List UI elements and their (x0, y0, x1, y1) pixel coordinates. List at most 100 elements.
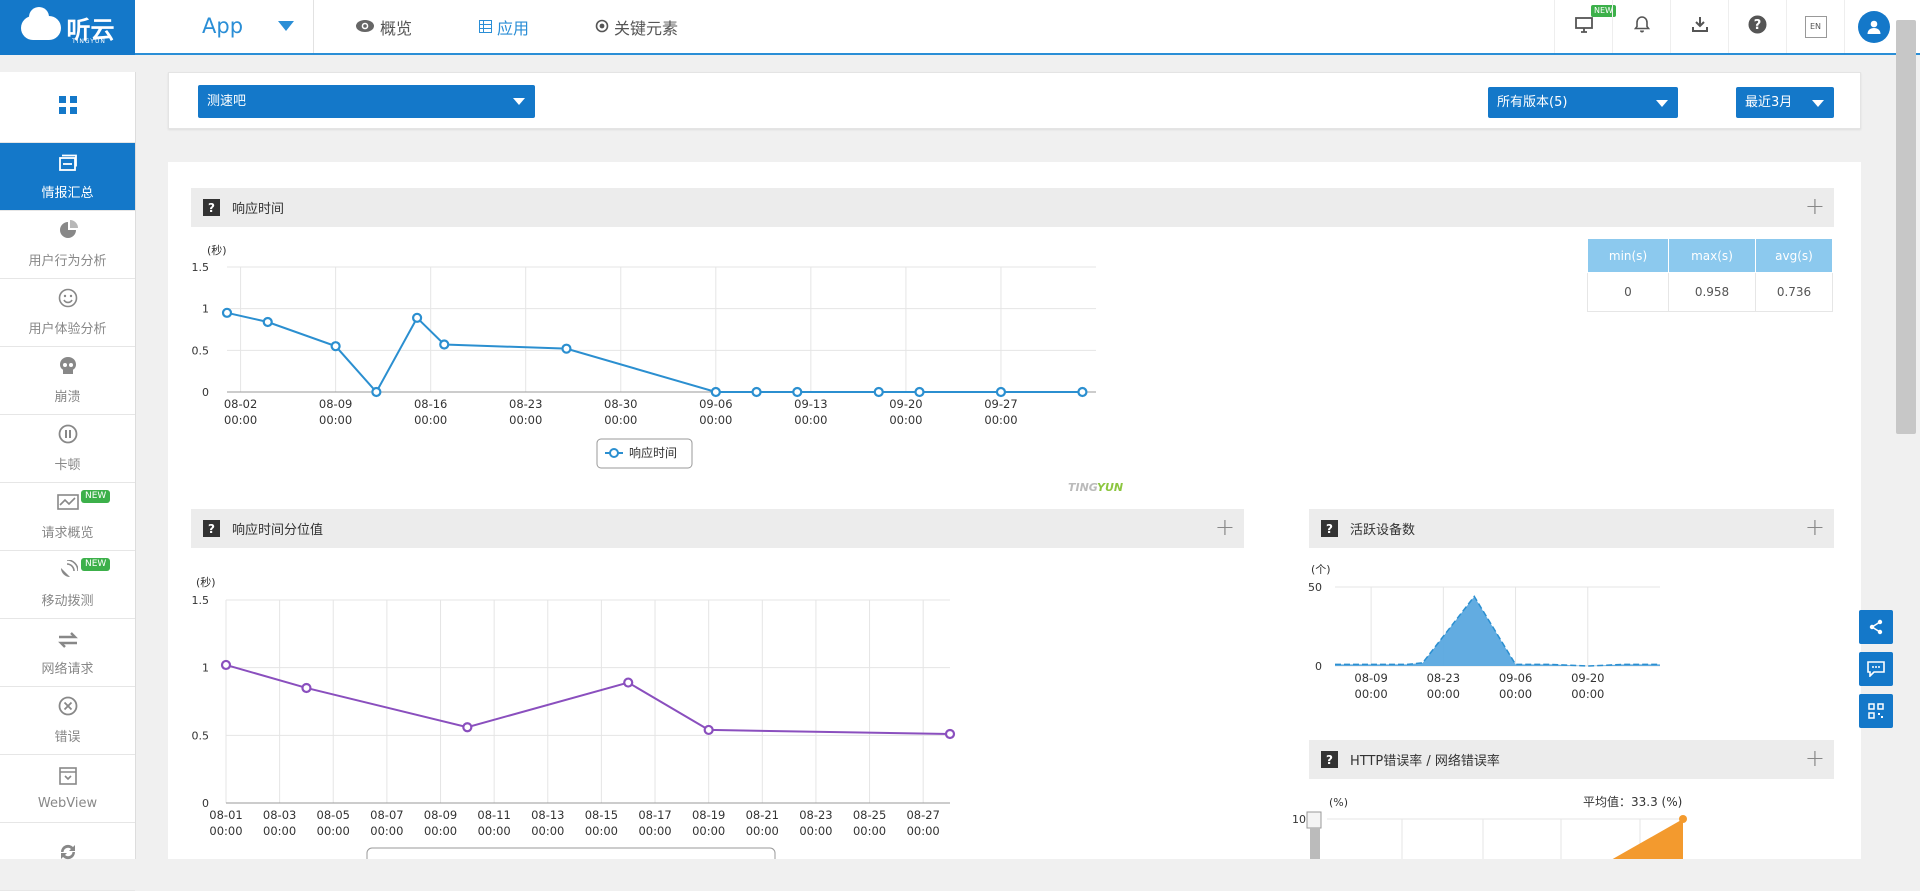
target-icon (595, 18, 609, 37)
sidebar-item-label: 情报汇总 (41, 185, 94, 201)
sidebar-item-label: WebView (37, 796, 98, 811)
app-select[interactable]: 测速吧 (198, 85, 535, 118)
sidebar-item-label: 网络请求 (41, 661, 94, 677)
smile-icon (58, 288, 78, 314)
tab-key-elements[interactable]: 关键元素 (595, 15, 678, 39)
sidebar-item-label: 用户行为分析 (28, 254, 107, 269)
tingyun-logo[interactable]: 听云 TINGYUN (0, 0, 135, 55)
app-type-label: App (202, 14, 244, 38)
notifications-button[interactable] (1612, 0, 1670, 53)
chat-icon (1867, 661, 1885, 677)
monitor-button[interactable]: NEW (1554, 0, 1616, 53)
request-chart-icon (56, 493, 79, 518)
eye-icon (355, 18, 375, 37)
app-type-selector[interactable]: App (135, 0, 314, 53)
filter-bar: 测速吧 所有版本(5) 最近3月 (168, 72, 1861, 129)
time-range-select[interactable]: 最近3月 (1736, 87, 1834, 118)
add-icon[interactable]: + (1805, 513, 1825, 541)
table-icon (479, 18, 492, 37)
grid-icon (58, 93, 78, 121)
download-button[interactable] (1670, 0, 1728, 53)
help-icon[interactable]: ? (203, 520, 220, 537)
sidebar-item-label: 崩溃 (54, 390, 81, 405)
time-range-value: 最近3月 (1745, 95, 1793, 110)
sidebar-item-pie-chart[interactable]: 用户行为分析 (0, 211, 135, 279)
sidebar-item-label: 卡顿 (54, 458, 81, 473)
help-button[interactable]: ? (1728, 0, 1786, 53)
add-icon[interactable]: + (1215, 513, 1235, 541)
sidebar-item-label: 移动拨测 (41, 594, 94, 609)
tab-application[interactable]: 应用 (479, 15, 529, 39)
version-select[interactable]: 所有版本(5) (1488, 87, 1678, 118)
sidebar-item-smile[interactable]: 用户体验分析 (0, 279, 135, 347)
tab-overview-label: 概览 (380, 19, 413, 38)
sidebar-item-dashboard[interactable]: 情报汇总 (0, 143, 135, 211)
new-badge: NEW (81, 490, 111, 503)
qrcode-button[interactable] (1859, 694, 1893, 728)
response-time-stats-table: min(s) max(s) avg(s) 0 0.958 0.736 (1587, 238, 1833, 312)
avatar (1857, 10, 1890, 43)
error-icon (58, 696, 78, 722)
add-icon[interactable]: + (1805, 744, 1825, 772)
floating-actions (1859, 610, 1893, 736)
dashboard-icon (58, 153, 78, 178)
help-icon[interactable]: ? (203, 199, 220, 216)
sidebar-item-skull[interactable]: 崩溃 (0, 347, 135, 415)
satellite-icon (58, 559, 79, 586)
sync-icon (58, 842, 78, 868)
sidebar-item-pause[interactable]: 卡顿 (0, 415, 135, 483)
stats-header-min: min(s) (1587, 238, 1669, 273)
chevron-down-icon (513, 98, 525, 105)
stats-value-row: 0 0.958 0.736 (1587, 272, 1833, 312)
exchange-icon (57, 629, 79, 654)
panel-title: HTTP错误率 / 网络错误率 (1350, 754, 1500, 769)
download-icon (1691, 15, 1709, 38)
stats-header-max: max(s) (1668, 238, 1756, 273)
sidebar-item-label: 用户体验分析 (28, 322, 107, 337)
new-badge: NEW (81, 558, 111, 571)
tab-overview[interactable]: 概览 (355, 15, 412, 39)
user-icon (1867, 20, 1880, 34)
chevron-down-icon (278, 21, 294, 31)
help-icon[interactable]: ? (1321, 751, 1338, 768)
vertical-scrollbar[interactable] (1896, 20, 1916, 434)
stats-header-avg: avg(s) (1755, 238, 1833, 273)
sidebar-item-error[interactable]: 错误 (0, 687, 135, 755)
sidebar-item-exchange[interactable]: 网络请求 (0, 619, 135, 687)
language-button[interactable]: EN (1786, 0, 1844, 53)
svg-text:?: ? (1754, 18, 1762, 33)
sidebar-toggle[interactable] (0, 72, 135, 143)
language-icon: EN (1804, 15, 1827, 38)
bell-icon (1633, 15, 1650, 38)
share-button[interactable] (1859, 610, 1893, 644)
monitor-icon (1574, 16, 1593, 38)
help-icon[interactable]: ? (1321, 520, 1338, 537)
response-time-panel-header: ? 响应时间 + (191, 188, 1834, 227)
sidebar-item-label: 错误 (54, 730, 81, 745)
add-icon[interactable]: + (1805, 192, 1825, 220)
language-label: EN (1809, 21, 1822, 31)
sidebar-item-sync[interactable] (0, 823, 135, 891)
panel-title: 响应时间分位值 (232, 523, 324, 538)
share-icon (1869, 619, 1883, 635)
sidebar-item-satellite[interactable]: 移动拨测 NEW (0, 551, 135, 619)
webview-icon (58, 766, 78, 792)
skull-icon (58, 356, 78, 382)
user-menu-button[interactable] (1844, 0, 1902, 53)
version-select-value: 所有版本(5) (1497, 95, 1568, 110)
panel-title: 响应时间 (232, 202, 285, 217)
sidebar-item-webview[interactable]: WebView (0, 755, 135, 823)
sidebar-item-request-chart[interactable]: 请求概览 NEW (0, 483, 135, 551)
sidebar: 情报汇总用户行为分析 用户体验分析 崩溃卡顿请求概览 NEW 移动拨测 NEW 网络请求错误… (0, 72, 136, 891)
help-icon: ? (1748, 15, 1767, 39)
feedback-button[interactable] (1859, 652, 1893, 686)
stats-value-min: 0 (1587, 272, 1669, 312)
top-bar: 听云 TINGYUN App 概览 应用 关键元素 NEW ? EN (0, 0, 1920, 55)
stats-value-avg: 0.736 (1755, 272, 1833, 312)
panel-title: 活跃设备数 (1350, 523, 1416, 538)
active-devices-panel-header: ? 活跃设备数 + (1309, 509, 1834, 548)
percentile-panel-header: ? 响应时间分位值 + (191, 509, 1244, 548)
stats-header-row: min(s) max(s) avg(s) (1587, 238, 1833, 273)
stats-value-max: 0.958 (1668, 272, 1756, 312)
tab-key-elements-label: 关键元素 (614, 19, 679, 38)
